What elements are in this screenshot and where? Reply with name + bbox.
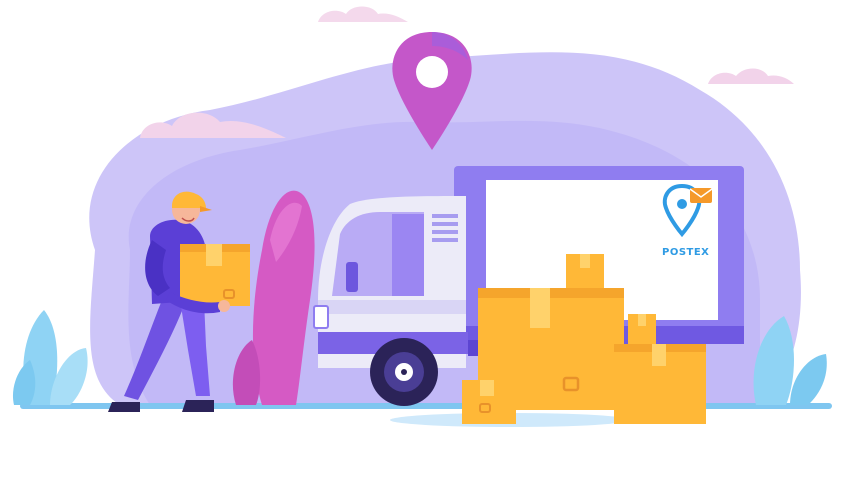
box-medium-right [614,344,706,424]
mail-envelope-icon [689,188,713,203]
box-tiny-right [628,314,656,344]
box-front-left [462,380,516,424]
ground-line [20,403,832,409]
truck-wheel [370,338,438,406]
plant-left-blue [12,310,88,405]
cloud-right [708,68,794,84]
logo-text: POSTEX [662,247,709,258]
box-small-top [566,254,604,288]
delivery-illustration: POSTEX [12,6,832,427]
cloud-top [318,6,408,22]
